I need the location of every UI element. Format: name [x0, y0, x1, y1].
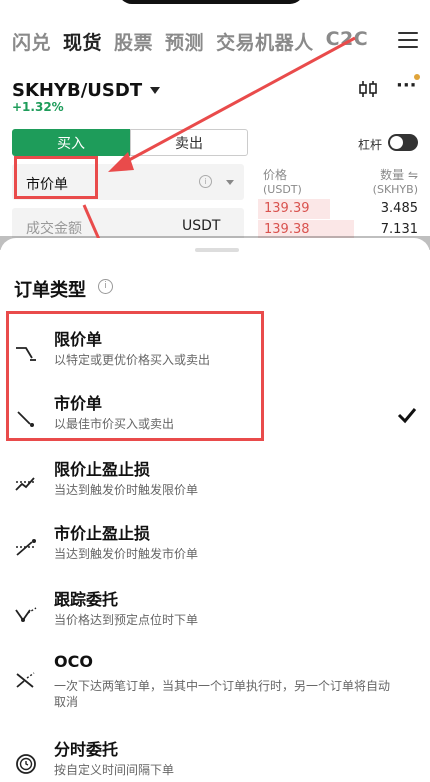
buy-sell-toggle: 买入 卖出 [12, 129, 248, 156]
caret-down-icon [226, 180, 234, 185]
buy-button[interactable]: 买入 [12, 129, 130, 156]
pair-name: SKHYB/USDT [12, 80, 143, 101]
option-name: OCO [54, 652, 93, 671]
orderbook-qty-unit: (SKHYB) [372, 183, 418, 196]
orderbook-price-unit: (USDT) [263, 183, 302, 196]
option-twap[interactable]: 分时委托 按自定义时间间隔下单 [0, 734, 430, 782]
hamburger-menu-icon[interactable] [398, 32, 418, 50]
annotation-highlight-order-type [14, 156, 98, 199]
option-desc: 当达到触发价时触发市价单 [54, 547, 199, 561]
caret-down-icon [150, 87, 161, 94]
leverage-toggle[interactable] [388, 134, 418, 151]
tab-prediction[interactable]: 预测 [165, 28, 204, 56]
leverage-label: 杠杆 [358, 138, 383, 152]
ask-qty: 3.485 [380, 201, 418, 216]
top-tabs: 闪兑 现货 股票 预测 交易机器人 C2C [12, 28, 368, 56]
pair-selector[interactable]: SKHYB/USDT [12, 80, 161, 101]
tab-c2c[interactable]: C2C [326, 28, 369, 56]
option-trailing-order[interactable]: 跟踪委托 当价格达到预定点位时下单 [0, 584, 430, 648]
orderbook-price-header: 价格 [263, 168, 288, 182]
tab-spot[interactable]: 现货 [63, 28, 102, 56]
option-name: 市价止盈止损 [54, 524, 151, 543]
limit-tpsl-icon [15, 477, 35, 491]
annotation-highlight-options [6, 311, 264, 441]
info-icon[interactable]: i [98, 279, 113, 294]
option-name: 分时委托 [54, 740, 119, 759]
trailing-order-icon [15, 607, 37, 622]
amount-placeholder: 成交金额 [26, 221, 82, 237]
info-icon[interactable]: i [199, 175, 212, 188]
tab-swap[interactable]: 闪兑 [12, 28, 51, 56]
orderbook-qty-header[interactable]: 数量 ⇋ [380, 166, 418, 183]
option-desc: 一次下达两笔订单，当其中一个订单执行时，另一个订单将自动取消 [54, 679, 391, 709]
ask-price: 139.39 [264, 201, 310, 216]
option-name: 限价止盈止损 [54, 460, 151, 479]
candlestick-chart-icon[interactable] [358, 80, 378, 98]
more-dots-icon[interactable]: ··· [396, 77, 418, 98]
checkmark-icon [397, 408, 417, 424]
sell-button[interactable]: 卖出 [130, 129, 248, 156]
option-oco[interactable]: OCO 一次下达两笔订单，当其中一个订单执行时，另一个订单将自动取消 [0, 650, 430, 714]
option-limit-tpsl[interactable]: 限价止盈止损 当达到触发价时触发限价单 [0, 454, 430, 518]
option-desc: 当价格达到预定点位时下单 [54, 613, 199, 627]
option-desc: 当达到触发价时触发限价单 [54, 483, 199, 497]
option-market-tpsl[interactable]: 市价止盈止损 当达到触发价时触发市价单 [0, 518, 430, 582]
amount-unit-select[interactable]: USDT [182, 218, 220, 234]
sheet-title: 订单类型 [14, 280, 86, 301]
order-type-sheet: 订单类型 i 限价单 以特定或更优价格买入或卖出 市价单 以最佳市价买入或卖出 … [0, 238, 430, 782]
top-nav: 闪兑 现货 股票 预测 交易机器人 C2C [0, 0, 430, 64]
oco-icon [16, 672, 35, 688]
market-tpsl-icon [16, 539, 36, 556]
tab-stocks[interactable]: 股票 [114, 28, 153, 56]
price-change: +1.32% [12, 100, 64, 114]
ask-price: 139.38 [264, 222, 310, 237]
option-name: 跟踪委托 [54, 590, 119, 609]
orderbook-row[interactable]: 139.39 3.485 [258, 199, 418, 219]
sheet-drag-handle[interactable] [195, 248, 239, 252]
ask-qty: 7.131 [380, 222, 418, 237]
tab-trading-bot[interactable]: 交易机器人 [216, 28, 314, 56]
notification-dot [414, 74, 420, 80]
device-notch [118, 0, 304, 4]
twap-clock-icon [16, 754, 36, 774]
option-desc: 按自定义时间间隔下单 [54, 763, 175, 777]
